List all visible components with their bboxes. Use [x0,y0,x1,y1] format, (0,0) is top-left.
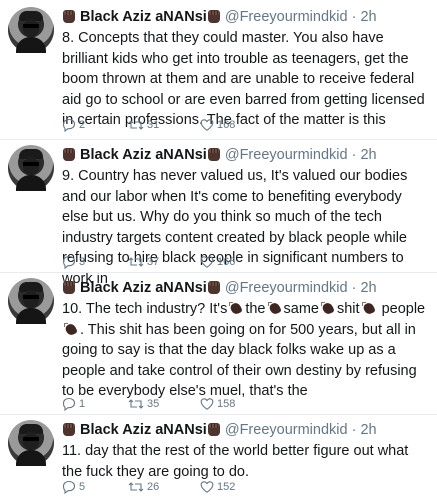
reply-icon [62,118,76,132]
tweet-header: Black Aziz aNANsi @Freeyourmindkid · 2h [62,420,432,440]
tweet-time[interactable]: 2h [360,9,376,25]
divider [0,414,437,415]
author-avatar[interactable] [8,7,54,53]
retweet-icon [128,399,144,409]
clapping-hands-icon [361,302,376,315]
raised-fist-icon [207,10,220,23]
tweet-time[interactable]: 2h [360,422,376,438]
raised-fist-icon [63,148,75,161]
retweet-count: 26 [147,481,160,493]
tweet-text: 9. Country has never valued us, It's val… [62,168,408,287]
like-count: 166 [217,256,236,268]
like-count: 158 [217,398,236,410]
raised-fist-icon [63,423,75,436]
tweet-actions: 3 37 166 [62,255,432,269]
author-avatar[interactable] [8,145,54,191]
tweet-9[interactable]: Black Aziz aNANsi @Freeyourmindkid · 2h … [0,145,437,287]
author-handle[interactable]: @Freeyourmindkid [225,9,348,25]
like-count: 152 [217,481,236,493]
retweet-count: 37 [147,256,160,268]
tweet-11[interactable]: Black Aziz aNANsi @Freeyourmindkid · 2h … [0,420,437,500]
retweet-count: 35 [147,398,160,410]
heart-icon [200,398,214,410]
raised-fist-icon [207,423,220,436]
divider [0,272,437,273]
heart-icon [200,256,214,268]
author-handle[interactable]: @Freeyourmindkid [225,422,348,438]
heart-icon [200,119,214,131]
divider [0,139,437,140]
reply-count: 1 [79,398,86,410]
tweet-actions: 2 31 168 [62,118,432,132]
author-name[interactable]: Black Aziz aNANsi [80,280,207,296]
reply-icon [62,397,76,411]
tweet-time[interactable]: 2h [360,280,376,296]
tweet-time[interactable]: 2h [360,147,376,163]
tweet-header: Black Aziz aNANsi @Freeyourmindkid · 2h [62,7,432,27]
author-avatar[interactable] [8,278,54,324]
tweet-8[interactable]: Black Aziz aNANsi @Freeyourmindkid · 2h … [0,7,437,139]
author-avatar[interactable] [8,420,54,466]
heart-icon [200,481,214,493]
retweet-icon [128,482,144,492]
retweet-icon [128,257,144,267]
reply-count: 5 [79,481,86,493]
author-name[interactable]: Black Aziz aNANsi [80,422,207,438]
like-count: 168 [217,119,236,131]
clapping-hands-icon [267,302,282,315]
clapping-hands-icon [64,322,78,336]
reply-count: 2 [79,119,86,131]
tweet-text: 8. Concepts that they could master. You … [62,30,425,128]
author-name[interactable]: Black Aziz aNANsi [80,9,207,25]
raised-fist-icon [63,281,75,294]
tweet-header: Black Aziz aNANsi @Freeyourmindkid · 2h [62,145,432,165]
raised-fist-icon [207,281,220,294]
retweet-icon [128,120,144,130]
raised-fist-icon [63,10,75,23]
reply-icon [62,480,76,494]
tweet-actions: 1 35 158 [62,397,432,411]
clapping-hands-icon [229,302,243,315]
tweet-text: 10. The tech industry? It's the same shit p… [62,301,426,399]
raised-fist-icon [207,148,220,161]
tweet-actions: 5 26 152 [62,480,432,494]
reply-count: 3 [79,256,86,268]
tweet-text: 11. day that the rest of the world bette… [62,443,409,480]
reply-icon [62,255,76,269]
retweet-count: 31 [147,119,160,131]
author-name[interactable]: Black Aziz aNANsi [80,147,207,163]
author-handle[interactable]: @Freeyourmindkid [225,147,348,163]
clapping-hands-icon [320,302,335,315]
tweet-10[interactable]: Black Aziz aNANsi @Freeyourmindkid · 2h … [0,278,437,414]
author-handle[interactable]: @Freeyourmindkid [225,280,348,296]
tweet-header: Black Aziz aNANsi @Freeyourmindkid · 2h [62,278,432,298]
